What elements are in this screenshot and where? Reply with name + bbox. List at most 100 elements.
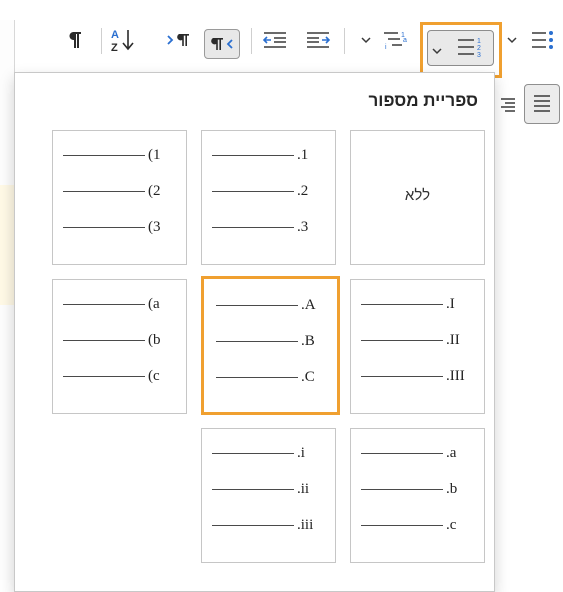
numbering-preview-row: .iii — [202, 515, 335, 535]
preview-line — [63, 154, 145, 156]
preview-line — [212, 452, 294, 454]
numbering-preview-row: (a — [53, 294, 186, 314]
numbering-preview-row: .c — [351, 515, 484, 535]
numbering-button[interactable]: 1 2 3 — [427, 30, 494, 66]
list-marker: .A — [301, 297, 316, 313]
preview-line — [63, 303, 145, 305]
preview-line — [63, 190, 145, 192]
preview-line — [216, 376, 298, 378]
list-marker: .II — [446, 332, 460, 348]
ribbon-toolbar: A Z 1 a i 1 2 3 — [0, 0, 563, 78]
numbering-roman-upper-tile[interactable]: .I .II .III — [350, 279, 485, 414]
numbering-preview-row: (3 — [53, 217, 186, 237]
list-marker: (1 — [148, 147, 161, 163]
increase-indent-icon[interactable] — [301, 22, 335, 58]
bullets-icon[interactable] — [526, 22, 560, 58]
justify-icon[interactable] — [524, 84, 560, 124]
preview-line — [212, 524, 294, 526]
numbering-roman-lower-tile[interactable]: .i .ii .iii — [201, 428, 336, 563]
numbering-library-title: ספריית מספור — [368, 91, 478, 110]
decrease-indent-icon[interactable] — [258, 22, 292, 58]
list-marker: .C — [301, 369, 315, 385]
svg-text:1: 1 — [477, 38, 481, 45]
numbering-library-dropdown: ספריית מספור ללא .1 .2 .3 (1 (2 (3 .I .II .III… — [14, 72, 495, 592]
preview-line — [63, 375, 145, 377]
preview-line — [361, 452, 443, 454]
multilevel-list-dropdown-chevron-icon[interactable] — [359, 22, 373, 58]
numbering-arabic-paren-tile[interactable]: (1 (2 (3 — [52, 130, 187, 265]
list-marker: .B — [301, 333, 315, 349]
toolbar-separator — [344, 28, 345, 54]
ltr-direction-icon[interactable] — [164, 22, 194, 58]
multilevel-list-icon[interactable]: 1 a i — [379, 22, 411, 58]
svg-text:a: a — [403, 37, 407, 44]
list-marker: .c — [446, 517, 457, 533]
svg-text:A: A — [111, 29, 119, 41]
list-marker: .1 — [297, 147, 309, 163]
preview-line — [361, 488, 443, 490]
preview-line — [212, 488, 294, 490]
preview-line — [212, 190, 294, 192]
numbering-preview-row: (b — [53, 330, 186, 350]
numbering-alpha-lower-tile[interactable]: .a .b .c — [350, 428, 485, 563]
preview-line — [361, 375, 443, 377]
list-marker: .iii — [297, 517, 314, 533]
paragraph-mark-icon[interactable] — [60, 22, 90, 58]
list-marker: .ii — [297, 481, 310, 497]
sort-az-icon[interactable]: A Z — [106, 22, 140, 58]
numbering-alpha-upper-tile[interactable]: .A .B .C — [201, 276, 340, 415]
list-marker: .a — [446, 445, 457, 461]
svg-text:2: 2 — [477, 45, 481, 52]
numbering-preview-row: .2 — [202, 181, 335, 201]
preview-line — [216, 304, 298, 306]
numbering-preview-row: .III — [351, 366, 484, 386]
list-marker: (b — [148, 332, 161, 348]
list-marker: (c — [148, 368, 160, 384]
toolbar-separator — [101, 28, 102, 54]
svg-text:Z: Z — [111, 42, 118, 53]
preview-line — [63, 226, 145, 228]
list-marker: .3 — [297, 219, 309, 235]
bullets-dropdown-chevron-icon[interactable] — [505, 22, 519, 58]
align-right-icon[interactable] — [497, 90, 519, 120]
numbering-none-label: ללא — [404, 187, 431, 204]
preview-line — [361, 524, 443, 526]
numbering-preview-row: .a — [351, 443, 484, 463]
numbering-alpha-lower-paren-tile[interactable]: (a (b (c — [52, 279, 187, 414]
preview-line — [216, 340, 298, 342]
svg-text:3: 3 — [477, 52, 481, 59]
list-marker: .2 — [297, 183, 309, 199]
numbering-preview-row: .ii — [202, 479, 335, 499]
list-marker: .b — [446, 481, 458, 497]
list-marker: .I — [446, 296, 455, 312]
numbering-preview-row: (c — [53, 366, 186, 386]
numbering-none-tile[interactable]: ללא — [350, 130, 485, 265]
preview-line — [212, 226, 294, 228]
numbering-preview-row: (1 — [53, 145, 186, 165]
preview-line — [361, 339, 443, 341]
preview-line — [212, 154, 294, 156]
numbering-preview-row: .II — [351, 330, 484, 350]
list-marker: .i — [297, 445, 305, 461]
rtl-direction-icon[interactable] — [204, 29, 240, 59]
list-marker: .III — [446, 368, 465, 384]
list-marker: (3 — [148, 219, 161, 235]
list-marker: (a — [148, 296, 160, 312]
list-marker: (2 — [148, 183, 161, 199]
preview-line — [361, 303, 443, 305]
svg-text:i: i — [385, 44, 387, 51]
preview-line — [63, 339, 145, 341]
numbering-preview-row: .1 — [202, 145, 335, 165]
numbering-preview-row: (2 — [53, 181, 186, 201]
numbering-preview-row: .i — [202, 443, 335, 463]
numbering-preview-row: .b — [351, 479, 484, 499]
numbering-preview-row: .B — [204, 331, 337, 351]
numbering-arabic-dot-tile[interactable]: .1 .2 .3 — [201, 130, 336, 265]
toolbar-separator — [251, 28, 252, 54]
numbering-icon: 1 2 3 — [456, 36, 484, 65]
numbering-preview-row: .I — [351, 294, 484, 314]
numbering-preview-row: .A — [204, 295, 337, 315]
chevron-down-icon[interactable] — [432, 42, 442, 60]
numbering-preview-row: .3 — [202, 217, 335, 237]
numbering-preview-row: .C — [204, 367, 337, 387]
